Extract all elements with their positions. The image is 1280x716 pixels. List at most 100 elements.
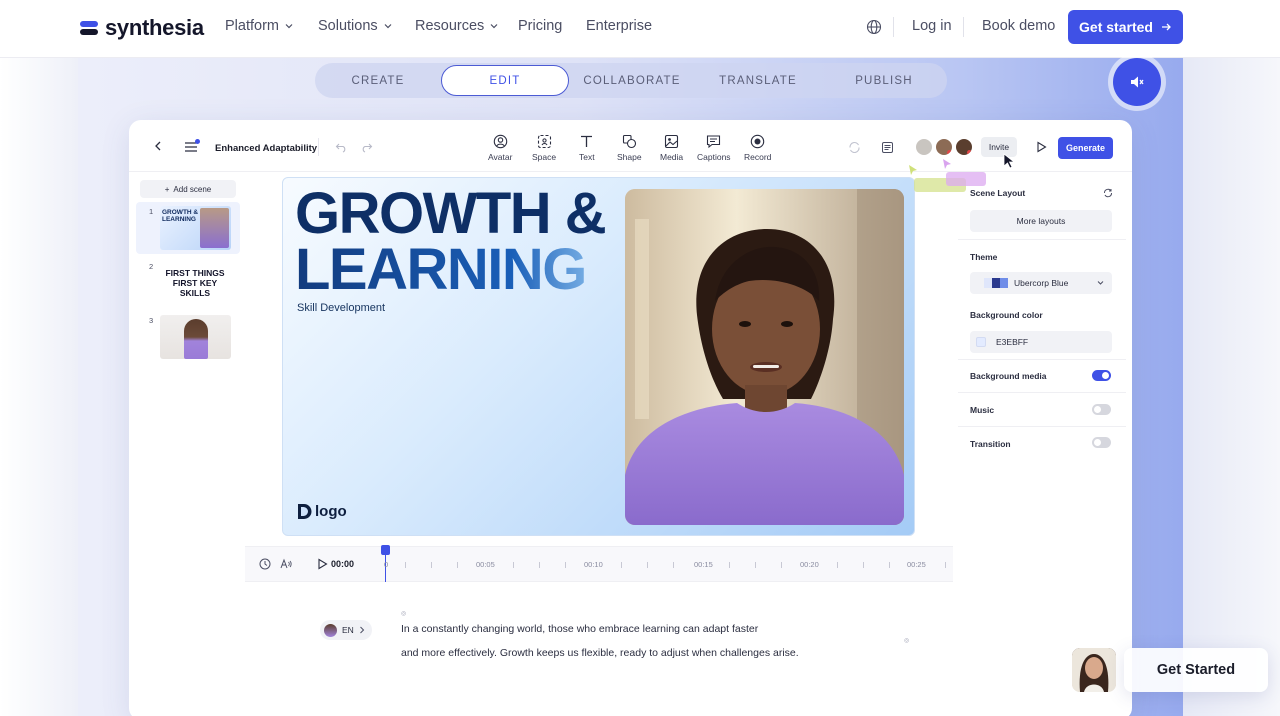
book-demo-link[interactable]: Book demo bbox=[982, 18, 1055, 34]
tool-space-label: Space bbox=[532, 152, 557, 162]
undo-icon[interactable] bbox=[335, 141, 347, 153]
project-title[interactable]: Enhanced Adaptability bbox=[215, 143, 317, 154]
timeline-tick: 00:20 bbox=[800, 560, 819, 569]
scene-thumbnail: GROWTH & LEARNING bbox=[160, 206, 231, 250]
media-icon bbox=[665, 134, 679, 149]
step-create[interactable]: CREATE bbox=[315, 63, 441, 98]
canvas-logo[interactable]: logo bbox=[297, 503, 347, 520]
play-preview-icon[interactable] bbox=[1035, 141, 1047, 153]
nav-enterprise[interactable]: Enterprise bbox=[586, 18, 652, 34]
hero-right-fade bbox=[1183, 58, 1280, 716]
playhead-handle[interactable] bbox=[381, 545, 390, 555]
step-collaborate[interactable]: COLLABORATE bbox=[569, 63, 695, 98]
canvas-subheading[interactable]: Skill Development bbox=[297, 302, 385, 314]
nav-pricing[interactable]: Pricing bbox=[518, 18, 562, 34]
step-edit[interactable]: EDIT bbox=[441, 65, 569, 96]
login-link[interactable]: Log in bbox=[912, 18, 952, 34]
timeline-mark bbox=[621, 562, 622, 568]
panel-divider bbox=[958, 359, 1126, 360]
nav-platform[interactable]: Platform bbox=[225, 18, 293, 34]
get-started-button[interactable]: Get started bbox=[1068, 10, 1183, 44]
scene-thumbnail-text: GROWTH & LEARNING bbox=[162, 209, 199, 223]
marker-icon[interactable]: ◎ bbox=[401, 610, 406, 617]
mute-button[interactable] bbox=[1113, 58, 1161, 106]
video-editor-window: Enhanced Adaptability Avatar Space Text … bbox=[129, 120, 1132, 716]
login-label: Log in bbox=[912, 18, 952, 34]
nav-solutions[interactable]: Solutions bbox=[318, 18, 392, 34]
step-publish[interactable]: PUBLISH bbox=[821, 63, 947, 98]
transition-toggle[interactable] bbox=[1092, 437, 1111, 448]
add-scene-label: Add scene bbox=[173, 184, 212, 194]
tool-captions[interactable]: Captions bbox=[697, 134, 731, 162]
more-layouts-button[interactable]: More layouts bbox=[970, 210, 1112, 232]
background-media-label: Background media bbox=[970, 371, 1047, 381]
clock-icon[interactable] bbox=[259, 558, 271, 570]
music-toggle[interactable] bbox=[1092, 404, 1111, 415]
scene-list: + Add scene 1 GROWTH & LEARNING 2 FIRST … bbox=[136, 176, 240, 716]
globe-icon[interactable] bbox=[866, 19, 882, 35]
scene-canvas[interactable]: GROWTH & LEARNING Skill Development logo bbox=[282, 177, 915, 536]
canvas-logo-text: logo bbox=[315, 503, 347, 520]
scene-thumbnail bbox=[160, 315, 231, 359]
sales-rep-avatar[interactable] bbox=[1072, 648, 1116, 692]
collaborator-avatars bbox=[916, 139, 972, 155]
canvas-headline[interactable]: GROWTH & LEARNING bbox=[295, 181, 607, 299]
presenter-avatar-video[interactable] bbox=[625, 189, 904, 525]
timeline-bar[interactable]: 00:00 0 00:05 00:10 00:15 00:20 00:25 bbox=[245, 545, 953, 583]
nav-resources[interactable]: Resources bbox=[415, 18, 498, 34]
scene-item-3[interactable]: 3 bbox=[136, 314, 240, 366]
back-chevron-icon[interactable] bbox=[152, 140, 164, 152]
background-color-input[interactable]: E3EBFF bbox=[970, 331, 1112, 353]
scene-item-2[interactable]: 2 FIRST THINGS FIRST KEY SKILLS bbox=[136, 260, 240, 312]
chevron-down-icon bbox=[285, 24, 293, 29]
tool-avatar-label: Avatar bbox=[488, 152, 513, 162]
tool-text[interactable]: Text bbox=[579, 134, 595, 162]
script-editor[interactable]: EN ◎ In a constantly changing world, tho… bbox=[245, 582, 953, 716]
refresh-icon[interactable] bbox=[1103, 188, 1113, 198]
synthesia-logo[interactable]: synthesia bbox=[79, 15, 204, 41]
sales-rep-illustration bbox=[1072, 648, 1116, 692]
scene-item-1[interactable]: 1 GROWTH & LEARNING bbox=[136, 202, 240, 254]
hero-left-fade bbox=[0, 58, 78, 716]
step-translate[interactable]: TRANSLATE bbox=[695, 63, 821, 98]
plus-icon: + bbox=[164, 184, 170, 194]
tool-captions-label: Captions bbox=[697, 152, 731, 162]
space-icon bbox=[537, 134, 551, 149]
background-media-toggle[interactable] bbox=[1092, 370, 1111, 381]
sync-icon[interactable] bbox=[848, 141, 861, 154]
chevron-right-icon bbox=[359, 626, 365, 634]
scene-number: 2 bbox=[149, 262, 154, 271]
script-text-line-2[interactable]: and more effectively. Growth keeps us fl… bbox=[401, 647, 799, 659]
notes-icon[interactable] bbox=[881, 141, 894, 154]
redo-icon[interactable] bbox=[361, 141, 373, 153]
marker-icon[interactable]: ◎ bbox=[904, 637, 909, 644]
theme-select[interactable]: Ubercorp Blue bbox=[970, 272, 1112, 294]
speaker-muted-icon bbox=[1131, 76, 1144, 88]
collaborator-avatar[interactable] bbox=[916, 139, 932, 155]
script-text-line-1[interactable]: In a constantly changing world, those wh… bbox=[401, 623, 758, 635]
avatar-thumbnail bbox=[200, 208, 229, 248]
headline-line-2: LEARNING bbox=[295, 241, 605, 299]
timeline-tick: 00:05 bbox=[476, 560, 495, 569]
nav-enterprise-label: Enterprise bbox=[586, 18, 653, 34]
tool-shape[interactable]: Shape bbox=[617, 134, 642, 162]
collaborator-avatar[interactable] bbox=[936, 139, 952, 155]
generate-button[interactable]: Generate bbox=[1058, 137, 1113, 159]
tool-avatar[interactable]: Avatar bbox=[488, 134, 512, 162]
collaborator-avatar[interactable] bbox=[956, 139, 972, 155]
voice-icon[interactable] bbox=[280, 558, 292, 570]
add-scene-button[interactable]: + Add scene bbox=[140, 180, 236, 198]
speaker-language-chip[interactable]: EN bbox=[320, 620, 372, 640]
nav-solutions-label: Solutions bbox=[318, 18, 378, 34]
tool-record[interactable]: Record bbox=[744, 134, 771, 162]
scene-layout-label: Scene Layout bbox=[970, 188, 1026, 198]
headline-line-1: GROWTH & bbox=[295, 181, 607, 246]
nav-divider bbox=[893, 17, 894, 37]
tool-media[interactable]: Media bbox=[660, 134, 683, 162]
timeline-mark bbox=[945, 562, 946, 568]
play-icon[interactable] bbox=[316, 558, 328, 570]
timeline-mark bbox=[889, 562, 890, 568]
floating-get-started-button[interactable]: Get Started bbox=[1124, 648, 1268, 692]
tool-space[interactable]: Space bbox=[532, 134, 556, 162]
avatar-icon bbox=[493, 134, 507, 149]
